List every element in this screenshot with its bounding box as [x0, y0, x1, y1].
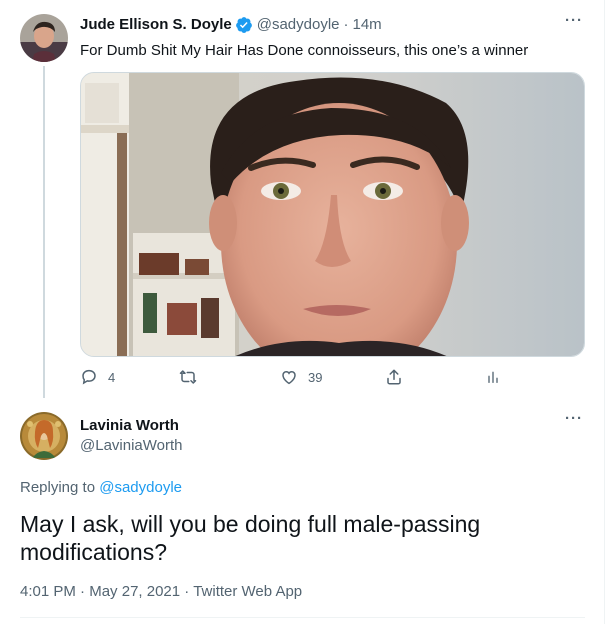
timeline-column: Jude Ellison S. Doyle @sadydoyle · 14m ·… — [0, 0, 605, 624]
reply-icon[interactable] — [80, 368, 98, 386]
tweet-actions: 4 39 — [80, 368, 510, 392]
like-count: 39 — [308, 369, 323, 385]
retweet-action[interactable] — [178, 368, 198, 386]
analytics-action[interactable] — [485, 368, 501, 386]
replying-to-mention[interactable]: @sadydoyle — [99, 479, 182, 496]
replying-to: Replying to @sadydoyle — [20, 478, 182, 498]
replying-prefix: Replying to — [20, 479, 96, 496]
separator: · — [343, 16, 349, 33]
reply-meta: 4:01 PM · May 27, 2021 · Twitter Web App — [20, 582, 302, 602]
reply-author-name[interactable]: Lavinia Worth — [80, 416, 179, 436]
separator: · — [184, 583, 190, 600]
analytics-icon[interactable] — [485, 368, 501, 386]
reply-text: May I ask, will you be doing full male-p… — [20, 511, 481, 565]
author-handle[interactable]: @sadydoyle — [257, 15, 340, 35]
like-icon[interactable] — [280, 368, 298, 386]
reply-time[interactable]: 4:01 PM — [20, 583, 76, 600]
divider — [20, 617, 585, 618]
retweet-icon[interactable] — [178, 368, 198, 386]
tweet-time[interactable]: 14m — [353, 15, 382, 35]
thread-line — [43, 66, 45, 398]
share-action[interactable] — [385, 368, 403, 386]
like-action[interactable]: 39 — [280, 368, 322, 386]
more-icon[interactable]: ··· — [565, 12, 583, 29]
author-avatar[interactable] — [20, 14, 68, 62]
tweet-header: Jude Ellison S. Doyle @sadydoyle · 14m — [80, 15, 382, 35]
reply-action[interactable]: 4 — [80, 368, 115, 386]
more-icon[interactable]: ··· — [565, 410, 583, 427]
share-icon[interactable] — [385, 368, 403, 386]
tweet-photo[interactable] — [80, 72, 585, 357]
reply-source[interactable]: Twitter Web App — [193, 583, 302, 600]
reply-author-handle[interactable]: @LaviniaWorth — [80, 436, 183, 456]
separator: · — [80, 583, 86, 600]
author-name[interactable]: Jude Ellison S. Doyle — [80, 15, 232, 35]
reply-count: 4 — [108, 369, 116, 385]
tweet-text: For Dumb Shit My Hair Has Done connoisse… — [80, 42, 529, 59]
verified-badge-icon — [235, 16, 253, 34]
reply-author-avatar[interactable] — [20, 412, 68, 460]
reply-date[interactable]: May 27, 2021 — [89, 583, 180, 600]
